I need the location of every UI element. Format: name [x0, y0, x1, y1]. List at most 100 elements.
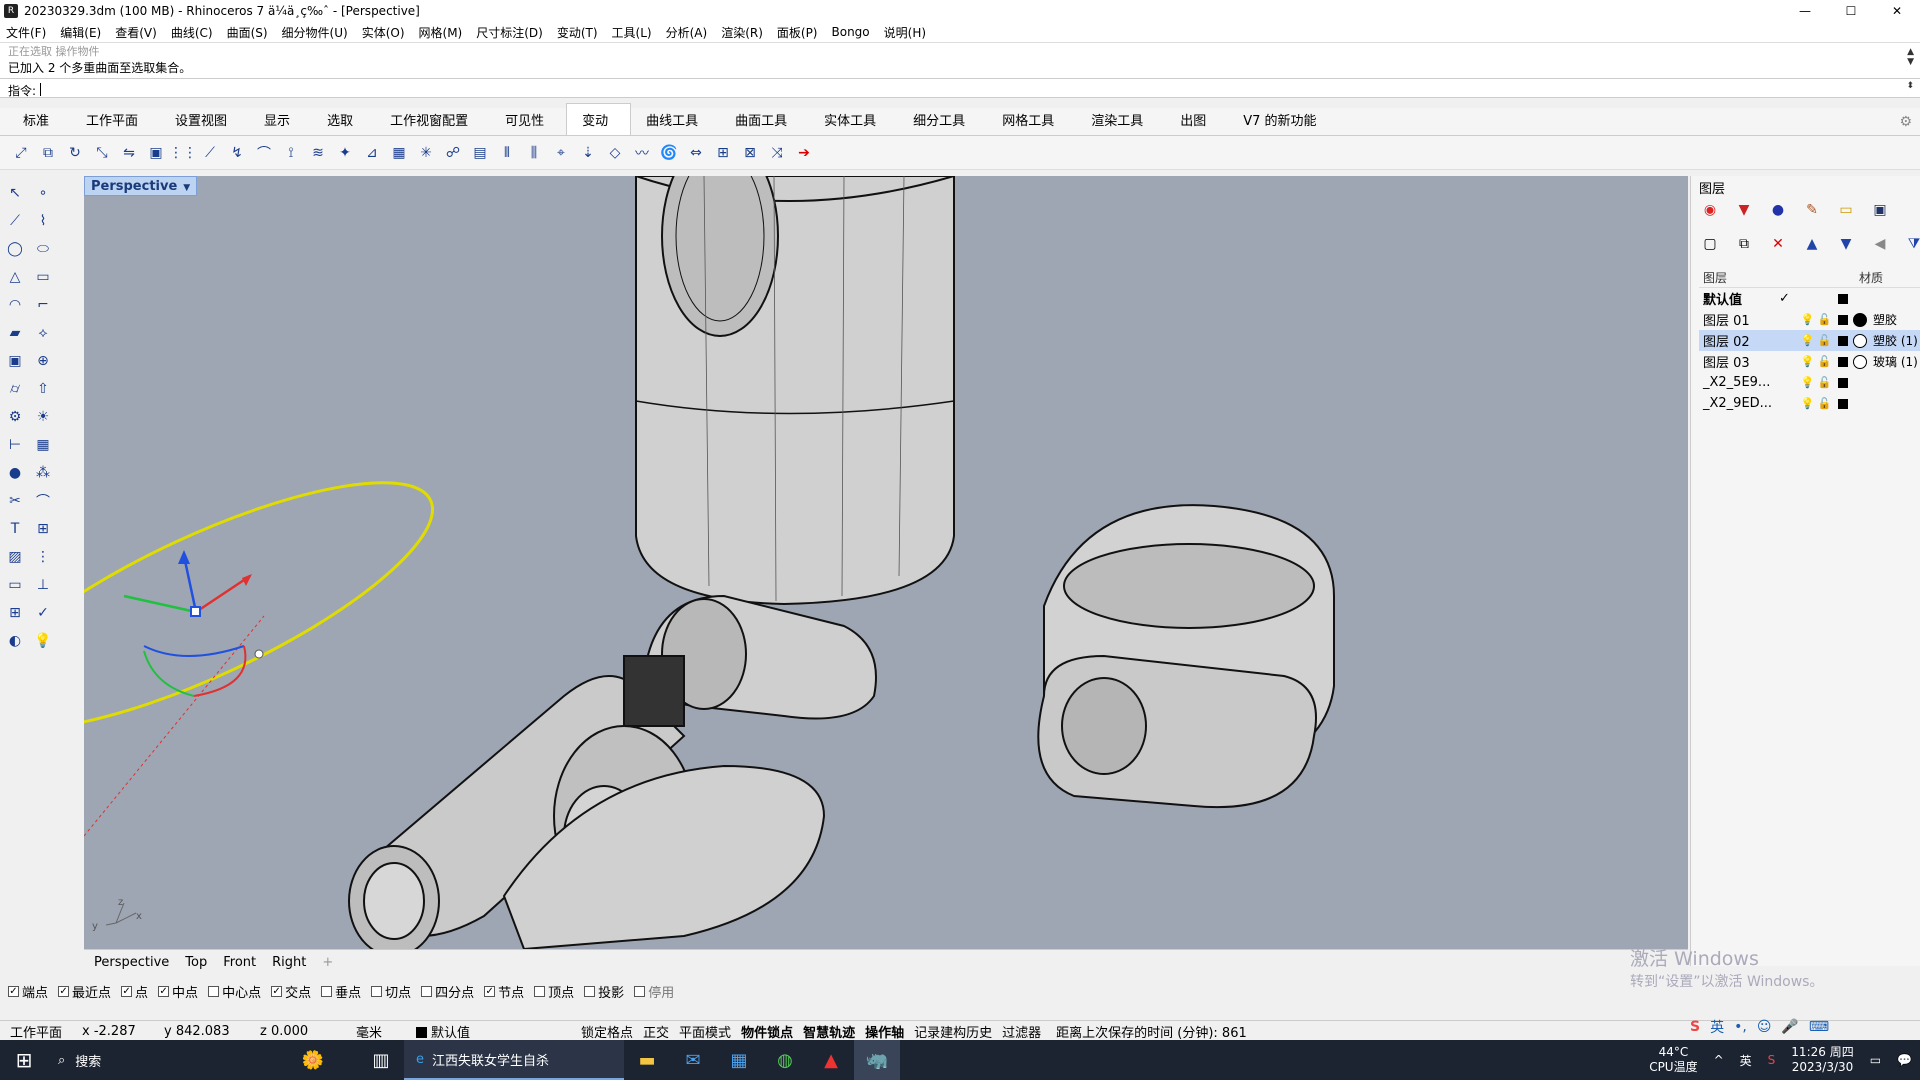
tab-select[interactable]: 选取 [312, 110, 375, 135]
viewtab-right[interactable]: Right [272, 955, 306, 970]
osnap-checkbox[interactable]: ✓ [271, 985, 283, 997]
grid-icon[interactable]: ⊥ [32, 574, 54, 596]
analyze-icon[interactable]: ◐ [4, 630, 26, 652]
folder-icon[interactable]: ▭ [1835, 202, 1857, 222]
copy-icon[interactable]: ⧉ [37, 142, 59, 164]
status-toggle-1[interactable]: 正交 [638, 1022, 674, 1041]
menu-surface[interactable]: 曲面(S) [227, 24, 268, 41]
tab-subd-tools[interactable]: 细分工具 [898, 110, 987, 135]
osnap-10[interactable]: 顶点 [534, 982, 574, 1001]
splop-icon[interactable]: ◇ [604, 142, 626, 164]
surface-array-icon[interactable]: ▤ [469, 142, 491, 164]
tray-ime[interactable]: 英 [1740, 1052, 1752, 1069]
add-viewtab-icon[interactable]: + [322, 955, 333, 970]
lightbulb-icon[interactable]: 💡 [1799, 397, 1816, 410]
keyboard-icon[interactable]: ⌨ [1809, 1019, 1829, 1035]
osnap-checkbox[interactable]: ✓ [121, 985, 133, 997]
ime-mode[interactable]: 英 [1710, 1017, 1724, 1037]
viewtab-top[interactable]: Top [185, 955, 207, 970]
layer-name[interactable]: 图层 03 [1699, 352, 1779, 371]
tab-new-in-v7[interactable]: V7 的新功能 [1228, 110, 1338, 135]
layer-row[interactable]: 图层 02 💡 🔓 塑胶 (1) [1699, 330, 1920, 351]
viewport-dropdown-icon[interactable]: ▼ [183, 183, 190, 193]
dim-icon[interactable]: ⊢ [4, 434, 26, 456]
status-toggle-2[interactable]: 平面模式 [674, 1022, 736, 1041]
tab-render-tools[interactable]: 渲染工具 [1076, 110, 1165, 135]
ellipse-icon[interactable]: ⬭ [32, 238, 54, 260]
layer-color-icon[interactable] [1838, 335, 1848, 346]
lightbulb-icon[interactable]: 💡 [1799, 355, 1816, 368]
twist-icon[interactable]: ↯ [226, 142, 248, 164]
layer-row[interactable]: _X2_5E9... 💡 🔓 [1699, 372, 1920, 393]
osnap-checkbox[interactable]: ✓ [158, 985, 170, 997]
rectangle-icon[interactable]: ▭ [32, 266, 54, 288]
curve-array-icon[interactable]: ☍ [442, 142, 464, 164]
select-icon[interactable]: ↖ [4, 182, 26, 204]
grid-array-icon[interactable]: ▦ [388, 142, 410, 164]
status-toggle-5[interactable]: 操作轴 [860, 1022, 909, 1041]
store-icon[interactable]: ▦ [716, 1040, 762, 1080]
osnap-checkbox[interactable] [421, 985, 433, 997]
taskbar-search[interactable]: ⌕ 搜索 [48, 1051, 268, 1070]
lock-icon[interactable]: 🔓 [1816, 355, 1833, 368]
taper-icon[interactable]: ⟟ [280, 142, 302, 164]
cylinder-icon[interactable]: ⌭ [4, 378, 26, 400]
rhino-taskbar-icon[interactable]: 🦏 [854, 1040, 900, 1080]
cage-icon[interactable]: ⊞ [712, 142, 734, 164]
remap-icon[interactable]: ⤨ [766, 142, 788, 164]
viewtab-perspective[interactable]: Perspective [94, 955, 169, 970]
tab-display[interactable]: 显示 [249, 110, 312, 135]
spheres-icon[interactable]: ⁂ [32, 462, 54, 484]
osnap-checkbox[interactable] [634, 985, 646, 997]
arc-icon[interactable]: ◠ [4, 294, 26, 316]
curve-icon[interactable]: ⌇ [32, 210, 54, 232]
point-icon[interactable]: ∘ [32, 182, 54, 204]
array-icon[interactable]: ⋮⋮ [169, 142, 197, 164]
osnap-checkbox[interactable] [584, 985, 596, 997]
windows-start-icon[interactable]: ⊞ [0, 1048, 48, 1072]
layer-row[interactable]: 默认值 ✓ [1699, 288, 1920, 309]
gear-tool-icon[interactable]: ⚙ [4, 406, 26, 428]
surface-icon[interactable]: ▰ [4, 322, 26, 344]
osnap-checkbox[interactable] [534, 985, 546, 997]
boolean-icon[interactable]: ⊕ [32, 350, 54, 372]
lightbulb-icon[interactable]: 💡 [1799, 313, 1816, 326]
col-material[interactable]: 材质 [1859, 269, 1883, 286]
menu-solid[interactable]: 实体(O) [362, 24, 405, 41]
weather-widget[interactable]: 44°C CPU温度 [1649, 1045, 1697, 1075]
layer-name[interactable]: 图层 01 [1699, 310, 1779, 329]
tab-set-view[interactable]: 设置视图 [160, 110, 249, 135]
lock-icon[interactable]: 🔓 [1816, 397, 1833, 410]
viewport-title[interactable]: Perspective ▼ [84, 176, 198, 196]
close-button[interactable]: ✕ [1874, 0, 1920, 22]
tab-mesh-tools[interactable]: 网格工具 [987, 110, 1076, 135]
plane-icon[interactable]: ▭ [4, 574, 26, 596]
scale-icon[interactable]: ⤡ [91, 142, 113, 164]
blend-icon[interactable]: ⌒ [32, 490, 54, 512]
notification-icon[interactable]: ▭ [1870, 1053, 1881, 1067]
osnap-checkbox[interactable]: ✓ [484, 985, 496, 997]
tab-standard[interactable]: 标准 [8, 110, 71, 135]
display-icon[interactable]: ▣ [1869, 202, 1891, 222]
maximize-button[interactable]: ☐ [1828, 0, 1874, 22]
status-toggle-6[interactable]: 记录建构历史 [909, 1022, 997, 1041]
status-toggle-3[interactable]: 物件锁点 [736, 1022, 798, 1041]
tray-chevron-icon[interactable]: ^ [1714, 1053, 1724, 1067]
menu-render[interactable]: 渲染(R) [721, 24, 763, 41]
project-icon[interactable]: ⇣ [577, 142, 599, 164]
clock[interactable]: 11:26 周四 2023/3/30 [1791, 1045, 1853, 1075]
punctuation-icon[interactable]: •, [1734, 1019, 1747, 1035]
menu-transform[interactable]: 变动(T) [557, 24, 598, 41]
action-center-icon[interactable]: 💬 [1897, 1053, 1912, 1067]
menu-file[interactable]: 文件(F) [6, 24, 46, 41]
tab-curve-tools[interactable]: 曲线工具 [631, 110, 720, 135]
delete-layer-icon[interactable]: ✕ [1767, 236, 1789, 256]
status-cplane[interactable]: 工作平面 [0, 1022, 72, 1041]
flow-icon[interactable]: ≋ [307, 142, 329, 164]
tab-visibility[interactable]: 可见性 [490, 110, 566, 135]
menu-subd[interactable]: 细分物件(U) [282, 24, 348, 41]
bend-icon[interactable]: ⌒ [253, 142, 275, 164]
lock-icon[interactable]: 🔓 [1816, 376, 1833, 389]
osnap-8[interactable]: 四分点 [421, 982, 474, 1001]
tab-drafting[interactable]: 出图 [1165, 110, 1228, 135]
